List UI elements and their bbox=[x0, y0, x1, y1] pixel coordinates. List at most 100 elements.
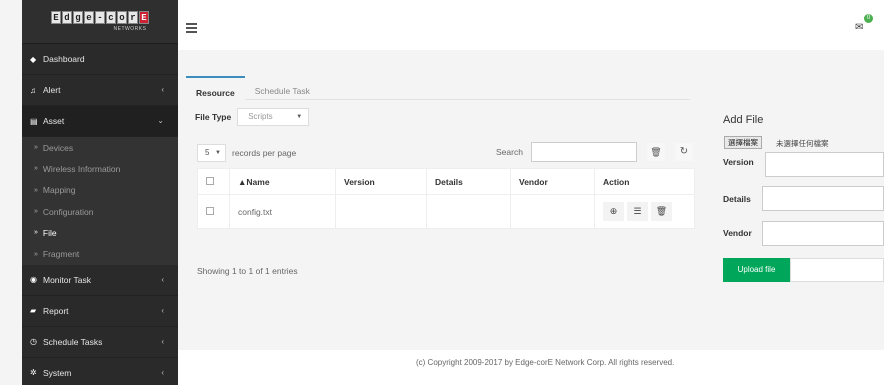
sidebar-item-system[interactable]: ✲ System ‹ bbox=[22, 358, 178, 385]
folder-icon: ▰ bbox=[30, 306, 37, 316]
column-header-version[interactable]: Version bbox=[335, 168, 427, 195]
sidebar: E d g e - c o r E NETWORKS ◆ Dashboard ♫… bbox=[22, 0, 178, 385]
records-per-page: 5 ▼ records per page bbox=[197, 144, 296, 162]
sidebar-subitem-label: Mapping bbox=[42, 185, 76, 196]
sidebar-item-label: Dashboard bbox=[43, 54, 85, 64]
sidebar-item-alert[interactable]: ♫ Alert ‹ bbox=[22, 75, 178, 106]
chevron-down-icon: ⌄ bbox=[157, 116, 164, 125]
file-type-filter: File Type Scripts ▼ bbox=[195, 108, 310, 126]
delete-selected-button[interactable]: 🗑 bbox=[647, 143, 665, 161]
select-all-cell bbox=[197, 168, 230, 195]
file-type-label: File Type bbox=[195, 112, 232, 122]
records-per-page-label: records per page bbox=[232, 148, 297, 158]
caret-down-icon: ▼ bbox=[215, 150, 221, 156]
sidebar-item-label: Alert bbox=[43, 85, 61, 95]
chevron-left-icon: ‹ bbox=[161, 367, 164, 377]
sidebar-item-label: Schedule Tasks bbox=[43, 336, 103, 347]
choose-file-button[interactable]: 選擇檔案 bbox=[724, 136, 762, 149]
sidebar-subitem-label: Wireless Information bbox=[42, 163, 121, 174]
vendor-label: Vendor bbox=[723, 228, 752, 238]
sidebar-subitem-label: File bbox=[42, 227, 57, 238]
chevron-right-icon: » bbox=[34, 144, 38, 152]
row-select-cell bbox=[197, 194, 230, 229]
add-file-title: Add File bbox=[723, 114, 764, 126]
sidebar-item-label: Asset bbox=[43, 116, 65, 126]
sidebar-subitem-configuration[interactable]: » Configuration bbox=[22, 201, 178, 222]
column-header-action: Action bbox=[594, 168, 695, 195]
version-field[interactable] bbox=[765, 152, 884, 177]
chevron-left-icon: ‹ bbox=[161, 336, 164, 346]
upload-file-button[interactable]: Upload file bbox=[723, 258, 790, 282]
chevron-right-icon: » bbox=[34, 250, 38, 258]
sidebar-item-label: System bbox=[43, 367, 72, 378]
vendor-field[interactable] bbox=[762, 221, 884, 246]
logo-letter: d bbox=[62, 11, 72, 24]
files-table: ▲Name Version Details Vendor Action conf… bbox=[197, 168, 695, 229]
sidebar-subitem-label: Fragment bbox=[42, 249, 80, 260]
sidebar-subitem-file[interactable]: » File bbox=[22, 222, 178, 243]
mail-icon[interactable]: ✉ bbox=[855, 22, 863, 33]
sidebar-subitem-devices[interactable]: » Devices bbox=[22, 137, 178, 158]
list-icon: ☰ bbox=[633, 206, 642, 216]
dashboard-icon: ◆ bbox=[30, 54, 37, 64]
logo-letter: E bbox=[139, 11, 149, 24]
trash-icon: 🗑 bbox=[655, 206, 668, 216]
tab-schedule-task[interactable]: Schedule Task bbox=[245, 76, 320, 100]
pagination-info: Showing 1 to 1 of 1 entries bbox=[197, 266, 298, 276]
sidebar-item-asset[interactable]: ▤ Asset ⌄ bbox=[22, 106, 178, 137]
cell-actions: ⊕ ☰ 🗑 bbox=[594, 194, 695, 229]
logo-letter: E bbox=[51, 11, 61, 24]
chevron-left-icon: ‹ bbox=[161, 85, 164, 94]
search-label: Search bbox=[496, 147, 523, 157]
sidebar-item-schedule-tasks[interactable]: ◷ Schedule Tasks ‹ bbox=[22, 327, 178, 358]
logo-letter: c bbox=[106, 11, 116, 24]
sidebar-subitem-fragment[interactable]: » Fragment bbox=[22, 243, 178, 264]
page-size-select[interactable]: 5 ▼ bbox=[197, 144, 226, 162]
cell-name: config.txt bbox=[229, 194, 336, 229]
select-all-checkbox[interactable] bbox=[206, 176, 214, 185]
search-input[interactable] bbox=[531, 142, 637, 162]
copyright-text: (c) Copyright 2009-2017 by Edge-corE Net… bbox=[416, 358, 675, 367]
cell-version bbox=[335, 194, 427, 229]
row-checkbox[interactable] bbox=[206, 206, 214, 215]
sidebar-subitem-wireless-information[interactable]: » Wireless Information bbox=[22, 158, 178, 179]
sidebar-item-label: Monitor Task bbox=[43, 274, 92, 285]
sidebar-subitem-label: Configuration bbox=[42, 206, 94, 217]
download-button[interactable]: ⊕ bbox=[603, 202, 624, 221]
eye-icon: ◉ bbox=[30, 275, 37, 285]
download-icon: ⊕ bbox=[609, 206, 618, 216]
tab-resource[interactable]: Resource bbox=[186, 76, 245, 100]
logo-subtitle: NETWORKS bbox=[113, 26, 147, 32]
notification-badge: 0 bbox=[864, 14, 873, 23]
table-row: config.txt ⊕ ☰ 🗑 bbox=[197, 194, 695, 229]
hamburger-menu-icon[interactable] bbox=[186, 23, 197, 35]
sidebar-item-dashboard[interactable]: ◆ Dashboard bbox=[22, 44, 178, 75]
caret-down-icon: ▼ bbox=[296, 114, 303, 120]
bell-icon: ♫ bbox=[30, 85, 36, 95]
column-header-details[interactable]: Details bbox=[426, 168, 511, 195]
asset-icon: ▤ bbox=[30, 116, 38, 126]
details-button[interactable]: ☰ bbox=[627, 202, 648, 221]
sidebar-subitem-mapping[interactable]: » Mapping bbox=[22, 180, 178, 201]
tab-bar: Resource Schedule Task bbox=[186, 76, 690, 100]
details-field[interactable] bbox=[762, 186, 884, 211]
column-header-vendor[interactable]: Vendor bbox=[510, 168, 595, 195]
refresh-button[interactable]: ↻ bbox=[675, 143, 693, 161]
cell-vendor bbox=[510, 194, 595, 229]
chevron-left-icon: ‹ bbox=[161, 305, 164, 315]
clock-icon: ◷ bbox=[30, 337, 37, 347]
sidebar-item-monitor-task[interactable]: ◉ Monitor Task ‹ bbox=[22, 265, 178, 296]
trash-icon: 🗑 bbox=[650, 147, 662, 157]
chevron-right-icon: » bbox=[34, 229, 38, 237]
delete-button[interactable]: 🗑 bbox=[651, 202, 672, 221]
sidebar-item-report[interactable]: ▰ Report ‹ bbox=[22, 296, 178, 327]
file-type-select[interactable]: Scripts ▼ bbox=[237, 108, 310, 126]
sidebar-subitem-label: Devices bbox=[42, 142, 74, 153]
column-header-name[interactable]: ▲Name bbox=[229, 168, 336, 195]
logo-letter: e bbox=[84, 11, 94, 24]
upload-progress-area bbox=[790, 258, 884, 282]
main-content: Resource Schedule Task File Type Scripts… bbox=[178, 50, 884, 385]
refresh-icon: ↻ bbox=[679, 146, 689, 157]
cell-details bbox=[426, 194, 511, 229]
logo[interactable]: E d g e - c o r E NETWORKS bbox=[22, 0, 178, 44]
